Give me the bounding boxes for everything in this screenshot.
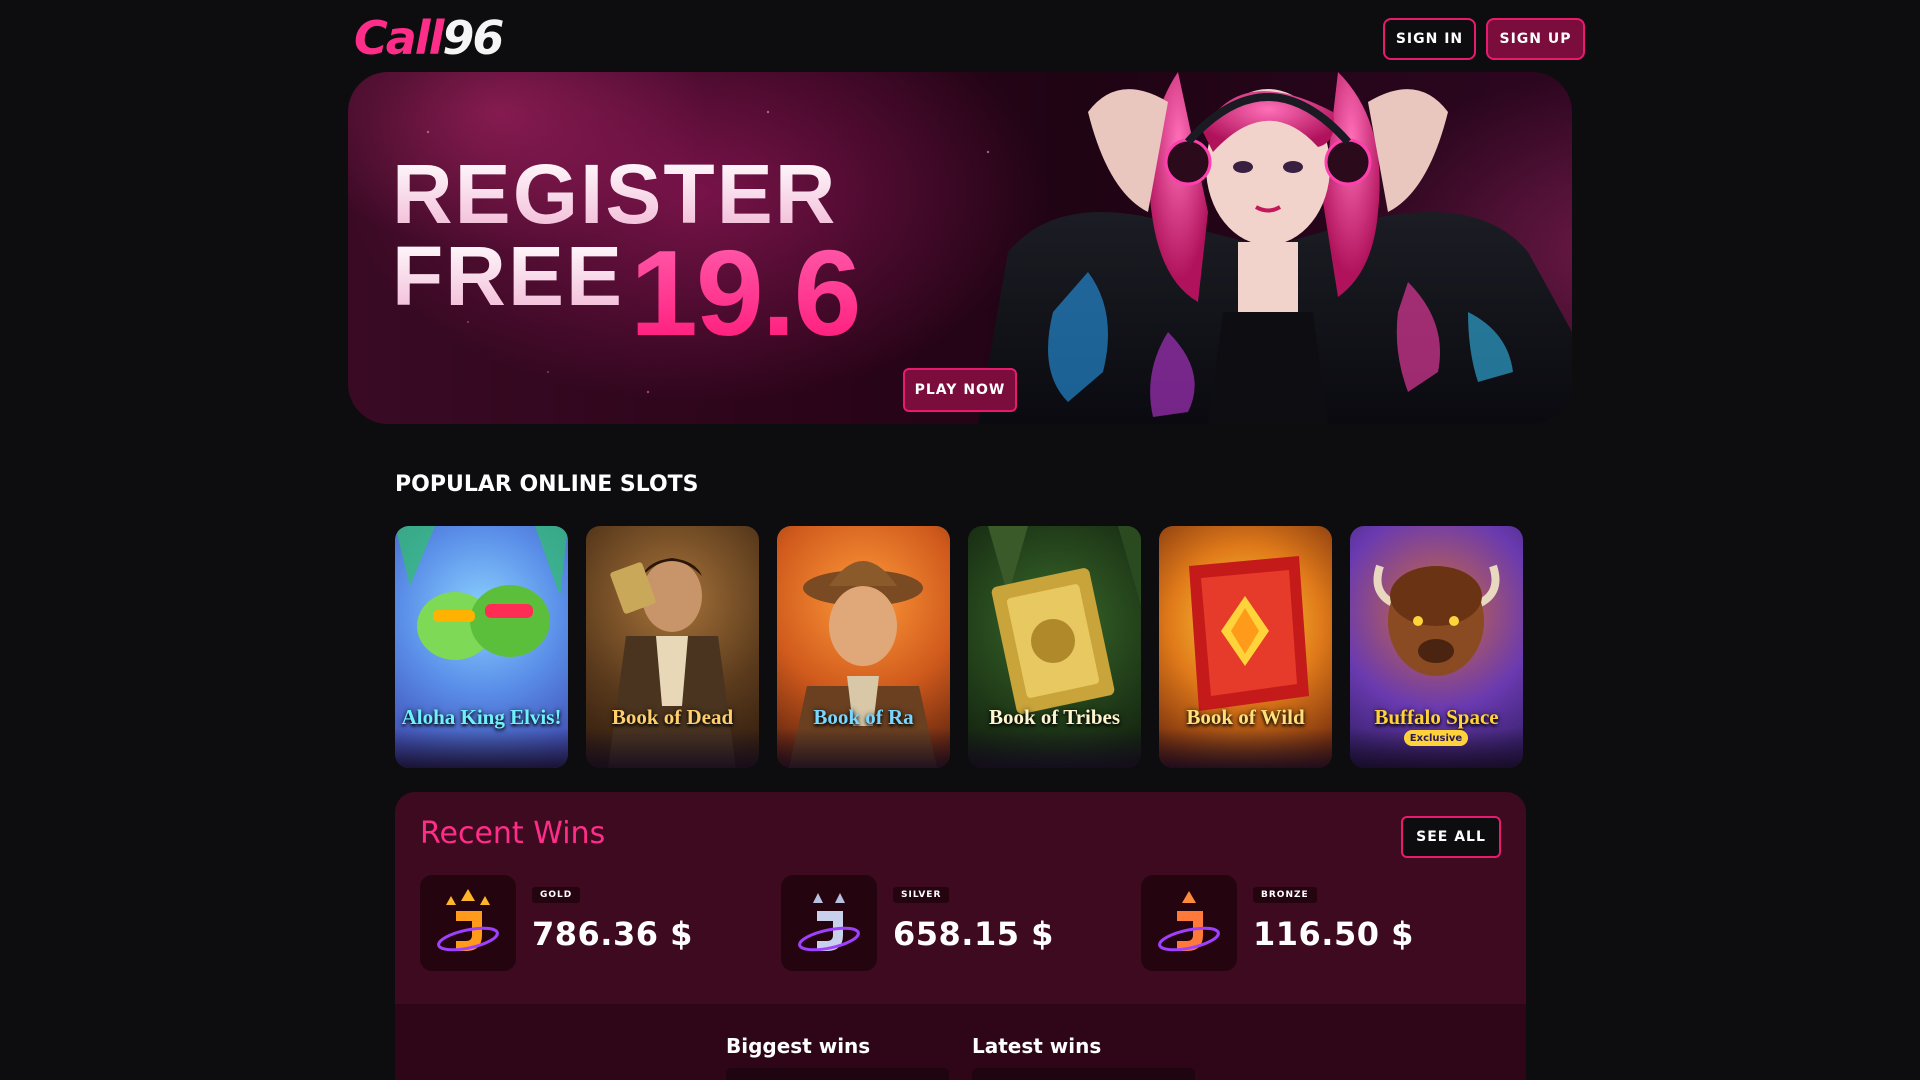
- win-card-bronze[interactable]: BRONZE 116.50 $: [1141, 875, 1471, 971]
- tier-badge: SILVER: [893, 887, 950, 903]
- slot-title: Buffalo Space: [1374, 705, 1499, 729]
- site-header: Call96 SIGN IN SIGN UP: [0, 0, 1920, 72]
- tier-badge: GOLD: [532, 887, 581, 903]
- banner-character-illustration: [978, 72, 1572, 424]
- slot-card-book-of-wild[interactable]: Book of Wild: [1159, 526, 1332, 768]
- banner-amount: 19.6: [630, 225, 861, 361]
- wins-tabs-area: Biggest wins Latest wins: [395, 1004, 1526, 1080]
- popular-slots-row: Aloha King Elvis! Book of Dead Book of R…: [395, 526, 1525, 768]
- slot-card-book-of-dead[interactable]: Book of Dead: [586, 526, 759, 768]
- tier-badge: BRONZE: [1253, 887, 1317, 903]
- recent-wins-title: Recent Wins: [420, 816, 606, 851]
- sign-in-button[interactable]: SIGN IN: [1383, 18, 1476, 60]
- tab-biggest-wins[interactable]: Biggest wins: [726, 1034, 870, 1058]
- latest-wins-list: [972, 1068, 1195, 1080]
- win-card-silver[interactable]: SILVER 658.15 $: [781, 875, 1111, 971]
- bronze-trophy-icon: [1141, 875, 1237, 971]
- popular-slots-title: POPULAR ONLINE SLOTS: [395, 472, 699, 497]
- banner-headline-line2: FREE: [392, 229, 625, 323]
- slot-card-aloha-king-elvis[interactable]: Aloha King Elvis!: [395, 526, 568, 768]
- silver-trophy-icon: [781, 875, 877, 971]
- tab-latest-wins[interactable]: Latest wins: [972, 1034, 1101, 1058]
- win-amount: 116.50 $: [1253, 915, 1414, 953]
- win-card-gold[interactable]: GOLD 786.36 $: [420, 875, 750, 971]
- slot-title: Aloha King Elvis!: [401, 705, 562, 729]
- biggest-wins-list: [726, 1068, 949, 1080]
- win-amount: 658.15 $: [893, 915, 1054, 953]
- call96-logo[interactable]: Call96: [354, 10, 504, 66]
- promo-banner[interactable]: REGISTER FREE 19.6 PLAY NOW: [348, 72, 1572, 424]
- see-all-button[interactable]: SEE ALL: [1401, 816, 1501, 858]
- recent-wins-panel: Recent Wins SEE ALL GOLD 786.36 $ SILVER…: [395, 792, 1526, 1080]
- slot-title: Book of Tribes: [988, 705, 1121, 729]
- play-now-button[interactable]: PLAY NOW: [903, 368, 1017, 412]
- sign-up-button[interactable]: SIGN UP: [1486, 18, 1585, 60]
- slot-title: Book of Dead: [611, 705, 734, 729]
- slot-title: Book of Ra: [813, 705, 914, 729]
- slot-card-book-of-tribes[interactable]: Book of Tribes: [968, 526, 1141, 768]
- slot-title: Book of Wild: [1186, 705, 1305, 729]
- banner-headline-line1: REGISTER: [392, 147, 838, 241]
- slot-card-book-of-ra[interactable]: Book of Ra: [777, 526, 950, 768]
- exclusive-badge: Exclusive: [1404, 730, 1468, 746]
- slot-card-buffalo-space[interactable]: Buffalo Space Exclusive: [1350, 526, 1523, 768]
- logo-96: 96: [442, 11, 504, 65]
- logo-call: Call: [354, 11, 444, 65]
- gold-trophy-icon: [420, 875, 516, 971]
- win-amount: 786.36 $: [532, 915, 693, 953]
